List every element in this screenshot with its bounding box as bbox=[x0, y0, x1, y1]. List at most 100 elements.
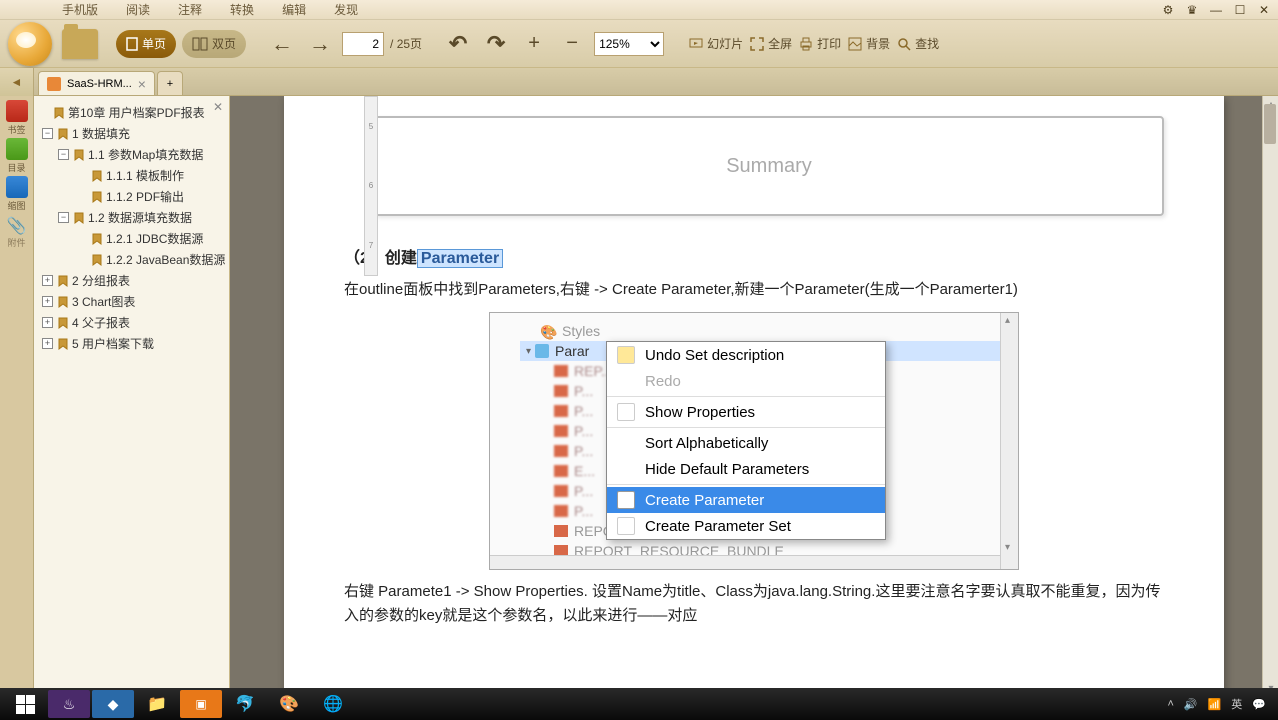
tab-title: SaaS-HRM... bbox=[67, 78, 132, 90]
outline-panel: ✕ 第10章 用户档案PDF报表 −1 数据填充 −1.1 参数Map填充数据 … bbox=[34, 96, 230, 696]
slideshow-button[interactable]: 幻灯片 bbox=[688, 35, 743, 52]
param-icon bbox=[554, 385, 568, 397]
outline-node[interactable]: +5 用户档案下载 bbox=[36, 333, 227, 354]
ctx-create-parameter[interactable]: Create Parameter bbox=[607, 487, 885, 513]
single-page-label: 单页 bbox=[142, 35, 166, 52]
dual-page-button[interactable]: 双页 bbox=[182, 30, 246, 58]
sidebar-thumbnails-button[interactable]: 缩图 bbox=[2, 176, 32, 212]
page-number-input[interactable] bbox=[342, 32, 384, 56]
taskbar-explorer[interactable]: 📁 bbox=[136, 690, 178, 718]
redo-button[interactable]: ↷ bbox=[480, 28, 512, 60]
param-icon bbox=[554, 485, 568, 497]
param-icon bbox=[554, 465, 568, 477]
param-icon bbox=[554, 365, 568, 377]
windows-taskbar: ♨ ◆ 📁 ▣ 🐬 🎨 🌐 ˄ 🔊 📶 英 💬 bbox=[0, 688, 1278, 720]
param-icon bbox=[554, 425, 568, 437]
highlighted-word: Parameter bbox=[417, 249, 503, 268]
crown-icon[interactable]: ♛ bbox=[1184, 2, 1200, 18]
tray-network-icon[interactable]: 📶 bbox=[1208, 698, 1222, 711]
create-parameter-icon bbox=[617, 491, 635, 509]
ctx-undo[interactable]: Undo Set description bbox=[607, 342, 885, 368]
ruler: 567 bbox=[364, 96, 378, 276]
create-parameter-set-icon bbox=[617, 517, 635, 535]
taskbar-app[interactable]: ◆ bbox=[92, 690, 134, 718]
menu-edit[interactable]: 编辑 bbox=[282, 1, 306, 18]
screenshot-scrollbar-v: ▴▾ bbox=[1000, 313, 1018, 569]
tray-notifications-icon[interactable]: 💬 bbox=[1252, 698, 1266, 711]
settings-icon[interactable]: ⚙ bbox=[1160, 2, 1176, 18]
close-tab-icon[interactable]: × bbox=[138, 76, 146, 92]
open-file-button[interactable] bbox=[62, 28, 98, 60]
close-icon[interactable]: ✕ bbox=[1256, 2, 1272, 18]
embedded-screenshot: 🎨Styles ▾Parar REP... P... P... P... P..… bbox=[489, 312, 1019, 570]
screenshot-scrollbar-h bbox=[490, 555, 1000, 569]
ctx-sort[interactable]: Sort Alphabetically bbox=[607, 430, 885, 456]
styles-icon: 🎨 bbox=[540, 324, 556, 338]
sidebar-bookmarks-button[interactable]: 书签 bbox=[2, 100, 32, 136]
outline-node[interactable]: 1.2.1 JDBC数据源 bbox=[36, 228, 227, 249]
collapse-sidebar-button[interactable]: ◄ bbox=[0, 68, 34, 96]
param-icon bbox=[554, 445, 568, 457]
dual-page-label: 双页 bbox=[212, 35, 236, 52]
taskbar-chrome[interactable]: 🌐 bbox=[312, 690, 354, 718]
close-outline-icon[interactable]: ✕ bbox=[213, 100, 223, 114]
taskbar-app[interactable]: ▣ bbox=[180, 690, 222, 718]
outline-node[interactable]: +3 Chart图表 bbox=[36, 291, 227, 312]
zoom-select[interactable]: 125% bbox=[594, 32, 664, 56]
prev-page-button[interactable]: ← bbox=[266, 28, 298, 60]
paragraph: 在outline面板中找到Parameters,右键 -> Create Par… bbox=[344, 278, 1164, 302]
param-icon bbox=[554, 405, 568, 417]
param-icon bbox=[554, 505, 568, 517]
outline-node-root[interactable]: 第10章 用户档案PDF报表 bbox=[36, 102, 227, 123]
menu-discover[interactable]: 发现 bbox=[334, 1, 358, 18]
tray-volume-icon[interactable]: 🔊 bbox=[1184, 698, 1198, 711]
background-button[interactable]: 背景 bbox=[847, 35, 890, 52]
search-button[interactable]: 查找 bbox=[896, 35, 939, 52]
outline-node[interactable]: −1 数据填充 bbox=[36, 123, 227, 144]
ctx-redo: Redo bbox=[607, 368, 885, 394]
single-page-button[interactable]: 单页 bbox=[116, 30, 176, 58]
fullscreen-button[interactable]: 全屏 bbox=[749, 35, 792, 52]
menu-annotate[interactable]: 注释 bbox=[178, 1, 202, 18]
next-page-button[interactable]: → bbox=[304, 28, 336, 60]
scrollbar-thumb[interactable] bbox=[1264, 104, 1276, 144]
pdf-file-icon bbox=[47, 77, 61, 91]
section-heading: （2）创建Parameter bbox=[344, 244, 1164, 268]
outline-node[interactable]: +4 父子报表 bbox=[36, 312, 227, 333]
outline-node[interactable]: 1.1.2 PDF输出 bbox=[36, 186, 227, 207]
print-button[interactable]: 打印 bbox=[798, 35, 841, 52]
ctx-show-properties[interactable]: Show Properties bbox=[607, 399, 885, 425]
start-button[interactable] bbox=[4, 690, 46, 718]
new-tab-button[interactable]: + bbox=[157, 71, 183, 95]
ctx-create-parameter-set[interactable]: Create Parameter Set bbox=[607, 513, 885, 539]
tray-expand-icon[interactable]: ˄ bbox=[1167, 698, 1173, 710]
menu-read[interactable]: 阅读 bbox=[126, 1, 150, 18]
document-viewport[interactable]: 567 Summary （2）创建Parameter 在outline面板中找到… bbox=[230, 96, 1278, 696]
ctx-hide-default[interactable]: Hide Default Parameters bbox=[607, 456, 885, 482]
outline-node[interactable]: −1.2 数据源填充数据 bbox=[36, 207, 227, 228]
undo-button[interactable]: ↶ bbox=[442, 28, 474, 60]
document-tab[interactable]: SaaS-HRM... × bbox=[38, 71, 155, 95]
undo-icon bbox=[617, 346, 635, 364]
content-scrollbar[interactable]: ▴ ▾ bbox=[1262, 96, 1278, 696]
taskbar-app[interactable]: ♨ bbox=[48, 690, 90, 718]
outline-node[interactable]: 1.2.2 JavaBean数据源 bbox=[36, 249, 227, 270]
tray-ime[interactable]: 英 bbox=[1231, 696, 1242, 712]
sidebar-attachments-button[interactable]: 📎附件 bbox=[2, 214, 32, 250]
paragraph: 右键 Paramete1 -> Show Properties. 设置Name为… bbox=[344, 580, 1164, 628]
zoom-out-button[interactable]: − bbox=[556, 28, 588, 60]
context-menu: Undo Set description Redo Show Propertie… bbox=[606, 341, 886, 540]
outline-node[interactable]: −1.1 参数Map填充数据 bbox=[36, 144, 227, 165]
menu-convert[interactable]: 转换 bbox=[230, 1, 254, 18]
sidebar-outline-button[interactable]: 目录 bbox=[2, 138, 32, 174]
app-logo bbox=[8, 22, 52, 66]
param-icon bbox=[554, 525, 568, 537]
maximize-icon[interactable]: ☐ bbox=[1232, 2, 1248, 18]
outline-node[interactable]: 1.1.1 模板制作 bbox=[36, 165, 227, 186]
taskbar-app[interactable]: 🎨 bbox=[268, 690, 310, 718]
minimize-icon[interactable]: — bbox=[1208, 2, 1224, 18]
outline-node[interactable]: +2 分组报表 bbox=[36, 270, 227, 291]
zoom-in-button[interactable]: + bbox=[518, 28, 550, 60]
menu-mobile[interactable]: 手机版 bbox=[62, 1, 98, 18]
taskbar-app[interactable]: 🐬 bbox=[224, 690, 266, 718]
